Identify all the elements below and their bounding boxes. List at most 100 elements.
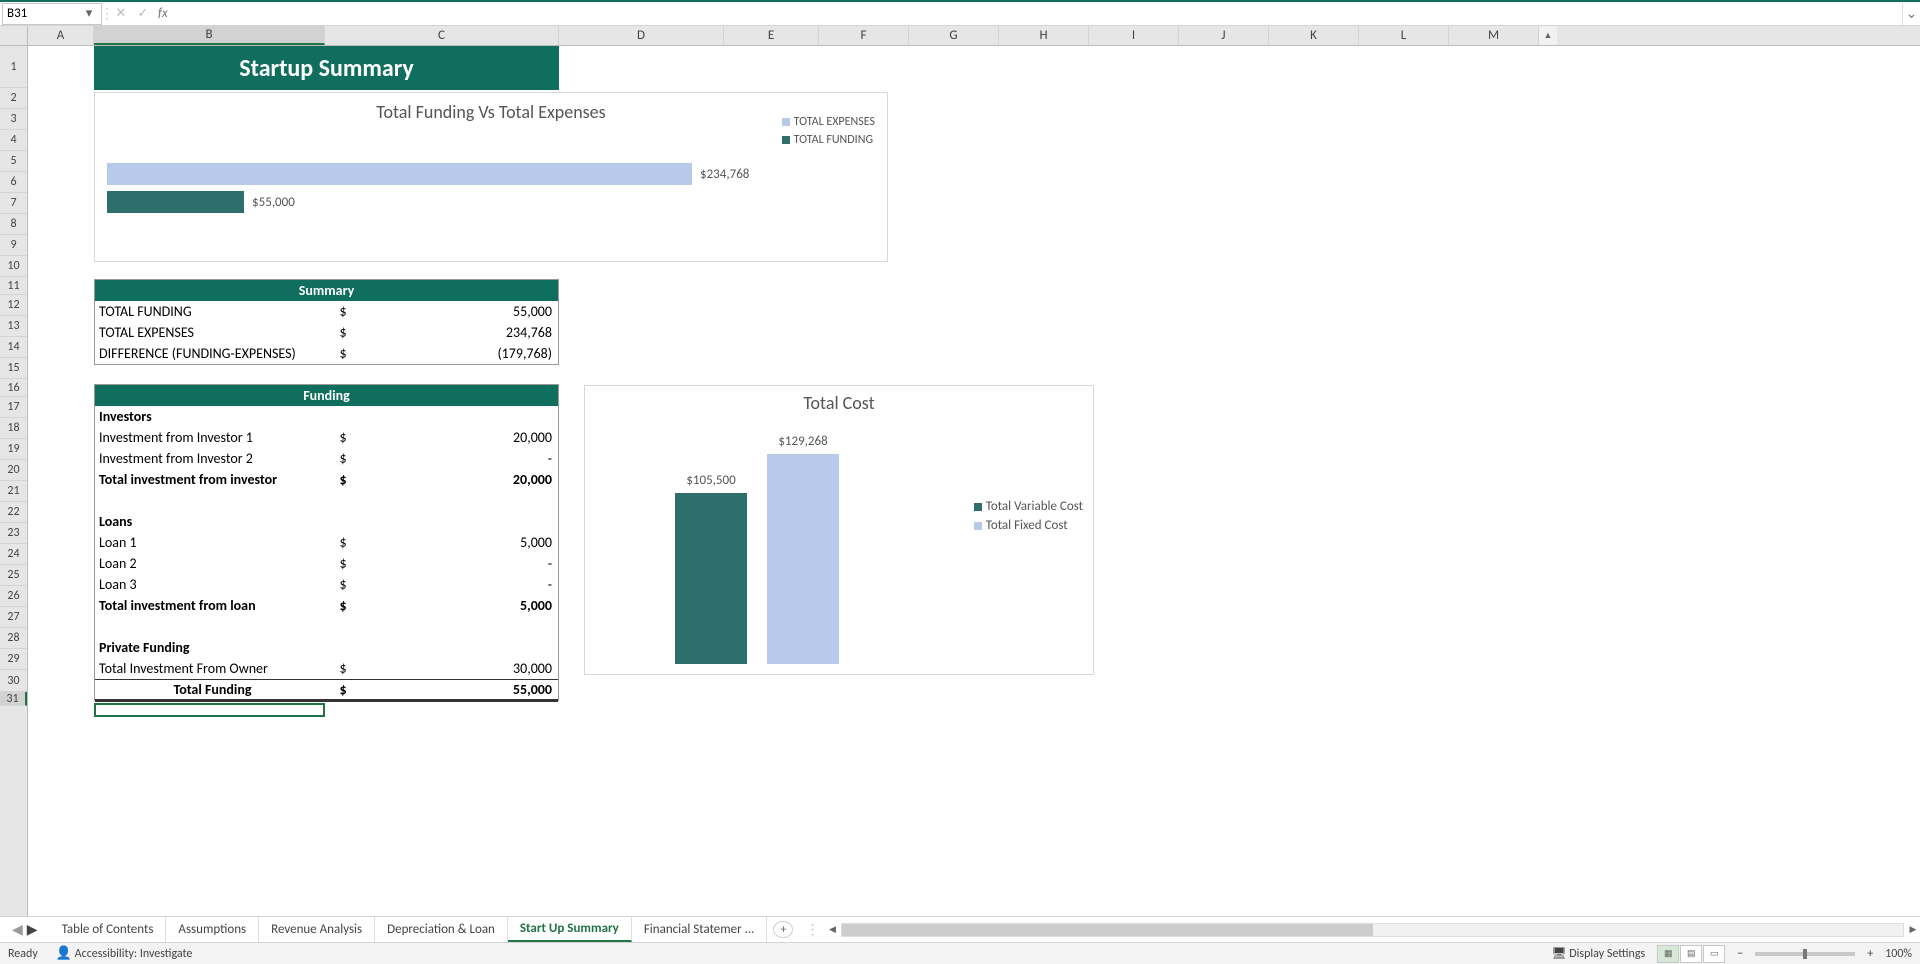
row-header-7[interactable]: 7 <box>0 193 27 214</box>
view-page-break-button[interactable]: ▭ <box>1703 945 1725 963</box>
col-header-M[interactable]: M <box>1449 26 1539 45</box>
col-header-C[interactable]: C <box>325 26 559 45</box>
row-header-2[interactable]: 2 <box>0 88 27 109</box>
row-header-26[interactable]: 26 <box>0 586 27 607</box>
formula-input[interactable] <box>172 3 1902 25</box>
chart2-bar-fill-1 <box>767 454 839 664</box>
col-header-E[interactable]: E <box>724 26 819 45</box>
name-box[interactable]: B31 ▾ <box>2 3 102 25</box>
tab-nav-next-icon[interactable]: ▶ <box>27 921 38 938</box>
chart2-bar-0: $105,500 <box>675 493 747 664</box>
row-header-19[interactable]: 19 <box>0 439 27 460</box>
funding-row-1: Investment from Investor 1$20,000 <box>95 427 558 448</box>
cell-value: 5,000 <box>360 534 558 551</box>
row-header-1[interactable]: 1 <box>0 46 27 88</box>
zoom-in-button[interactable]: + <box>1867 947 1873 961</box>
row-header-3[interactable]: 3 <box>0 109 27 130</box>
col-header-J[interactable]: J <box>1179 26 1269 45</box>
row-header-4[interactable]: 4 <box>0 130 27 151</box>
funding-row-9: Total investment from loan$5,000 <box>95 595 558 616</box>
sheet-tab-financial-statemer-[interactable]: Financial Statemer ... <box>632 917 768 942</box>
active-cell-B31[interactable] <box>94 703 325 717</box>
cell-label: Loans <box>95 513 326 530</box>
view-buttons: ▦ ▤ ▭ <box>1657 945 1725 963</box>
col-header-B[interactable]: B <box>94 26 325 45</box>
cancel-formula-icon[interactable]: ✕ <box>110 3 132 25</box>
view-page-layout-button[interactable]: ▤ <box>1680 945 1702 963</box>
row-header-15[interactable]: 15 <box>0 358 27 379</box>
row-header-9[interactable]: 9 <box>0 235 27 256</box>
sheet-tab-revenue-analysis[interactable]: Revenue Analysis <box>259 917 375 942</box>
view-normal-button[interactable]: ▦ <box>1657 945 1679 963</box>
legend-swatch <box>974 503 982 511</box>
add-sheet-button[interactable]: + <box>773 921 793 938</box>
sheet-tab-strip: ◀ ▶ Table of ContentsAssumptionsRevenue … <box>0 916 1920 942</box>
chart-total-cost[interactable]: Total Cost $105,500$129,268 Total Variab… <box>584 385 1094 675</box>
legend-text: Total Fixed Cost <box>986 518 1068 533</box>
zoom-level[interactable]: 100% <box>1885 947 1912 961</box>
horizontal-scrollbar[interactable] <box>841 923 1904 937</box>
col-header-A[interactable]: A <box>28 26 94 45</box>
row-header-17[interactable]: 17 <box>0 397 27 418</box>
hscroll-right-icon[interactable]: ▶ <box>1906 917 1920 942</box>
row-header-14[interactable]: 14 <box>0 337 27 358</box>
sheet-canvas[interactable]: Startup Summary Total Funding Vs Total E… <box>28 46 1920 916</box>
status-bar: Ready 👤 Accessibility: Investigate 🖥 Dis… <box>0 942 1920 964</box>
zoom-out-button[interactable]: − <box>1737 947 1743 961</box>
sheet-tab-depreciation-loan[interactable]: Depreciation & Loan <box>375 917 508 942</box>
sheet-tab-table-of-contents[interactable]: Table of Contents <box>50 917 167 942</box>
zoom-thumb[interactable] <box>1803 949 1807 959</box>
col-header-H[interactable]: H <box>999 26 1089 45</box>
row-header-18[interactable]: 18 <box>0 418 27 439</box>
row-header-11[interactable]: 11 <box>0 277 27 295</box>
cell-value: - <box>360 450 558 467</box>
display-settings-button[interactable]: 🖥 Display Settings <box>1551 946 1645 961</box>
col-header-D[interactable]: D <box>559 26 724 45</box>
col-header-K[interactable]: K <box>1269 26 1359 45</box>
row-header-29[interactable]: 29 <box>0 649 27 670</box>
tab-nav-prev-icon[interactable]: ◀ <box>12 921 23 938</box>
name-box-dropdown-icon[interactable]: ▾ <box>81 6 97 21</box>
col-header-L[interactable]: L <box>1359 26 1449 45</box>
row-header-23[interactable]: 23 <box>0 523 27 544</box>
fx-icon[interactable]: fx <box>158 6 168 21</box>
row-header-12[interactable]: 12 <box>0 295 27 316</box>
zoom-slider[interactable] <box>1755 952 1855 956</box>
hscroll-left-icon[interactable]: ◀ <box>825 917 839 942</box>
row-header-6[interactable]: 6 <box>0 172 27 193</box>
chart1-bar-fill-0 <box>107 163 692 185</box>
chart-funding-vs-expenses[interactable]: Total Funding Vs Total Expenses TOTAL EX… <box>94 92 888 262</box>
col-header-F[interactable]: F <box>819 26 909 45</box>
cell-currency: $ <box>326 450 360 467</box>
row-header-22[interactable]: 22 <box>0 502 27 523</box>
row-header-24[interactable]: 24 <box>0 544 27 565</box>
scroll-up-icon[interactable]: ▲ <box>1539 26 1557 45</box>
status-accessibility[interactable]: 👤 Accessibility: Investigate <box>56 946 193 961</box>
sheet-tab-assumptions[interactable]: Assumptions <box>166 917 259 942</box>
row-header-21[interactable]: 21 <box>0 481 27 502</box>
col-header-G[interactable]: G <box>909 26 999 45</box>
column-headers: A B C D E F G H I J K L M ▲ <box>0 26 1920 46</box>
row-header-31[interactable]: 31 <box>0 692 27 706</box>
row-header-28[interactable]: 28 <box>0 628 27 649</box>
row-header-25[interactable]: 25 <box>0 565 27 586</box>
chart1-legend: TOTAL EXPENSES TOTAL FUNDING <box>782 115 875 151</box>
cell-label: Investment from Investor 1 <box>95 429 326 446</box>
row-header-27[interactable]: 27 <box>0 607 27 628</box>
formula-bar-expand-icon[interactable]: ⌄ <box>1902 3 1920 25</box>
row-header-13[interactable]: 13 <box>0 316 27 337</box>
confirm-formula-icon[interactable]: ✓ <box>132 3 154 25</box>
chart1-title: Total Funding Vs Total Expenses <box>95 101 887 123</box>
row-header-8[interactable]: 8 <box>0 214 27 235</box>
row-header-10[interactable]: 10 <box>0 256 27 277</box>
select-all-corner[interactable] <box>0 26 28 45</box>
row-header-16[interactable]: 16 <box>0 379 27 397</box>
funding-row-7: Loan 2$- <box>95 553 558 574</box>
row-header-30[interactable]: 30 <box>0 670 27 692</box>
sheet-tab-start-up-summary[interactable]: Start Up Summary <box>508 917 632 942</box>
row-header-20[interactable]: 20 <box>0 460 27 481</box>
hscroll-thumb[interactable] <box>842 924 1372 936</box>
chart2-legend: Total Variable CostTotal Fixed Cost <box>974 499 1083 537</box>
col-header-I[interactable]: I <box>1089 26 1179 45</box>
row-header-5[interactable]: 5 <box>0 151 27 172</box>
